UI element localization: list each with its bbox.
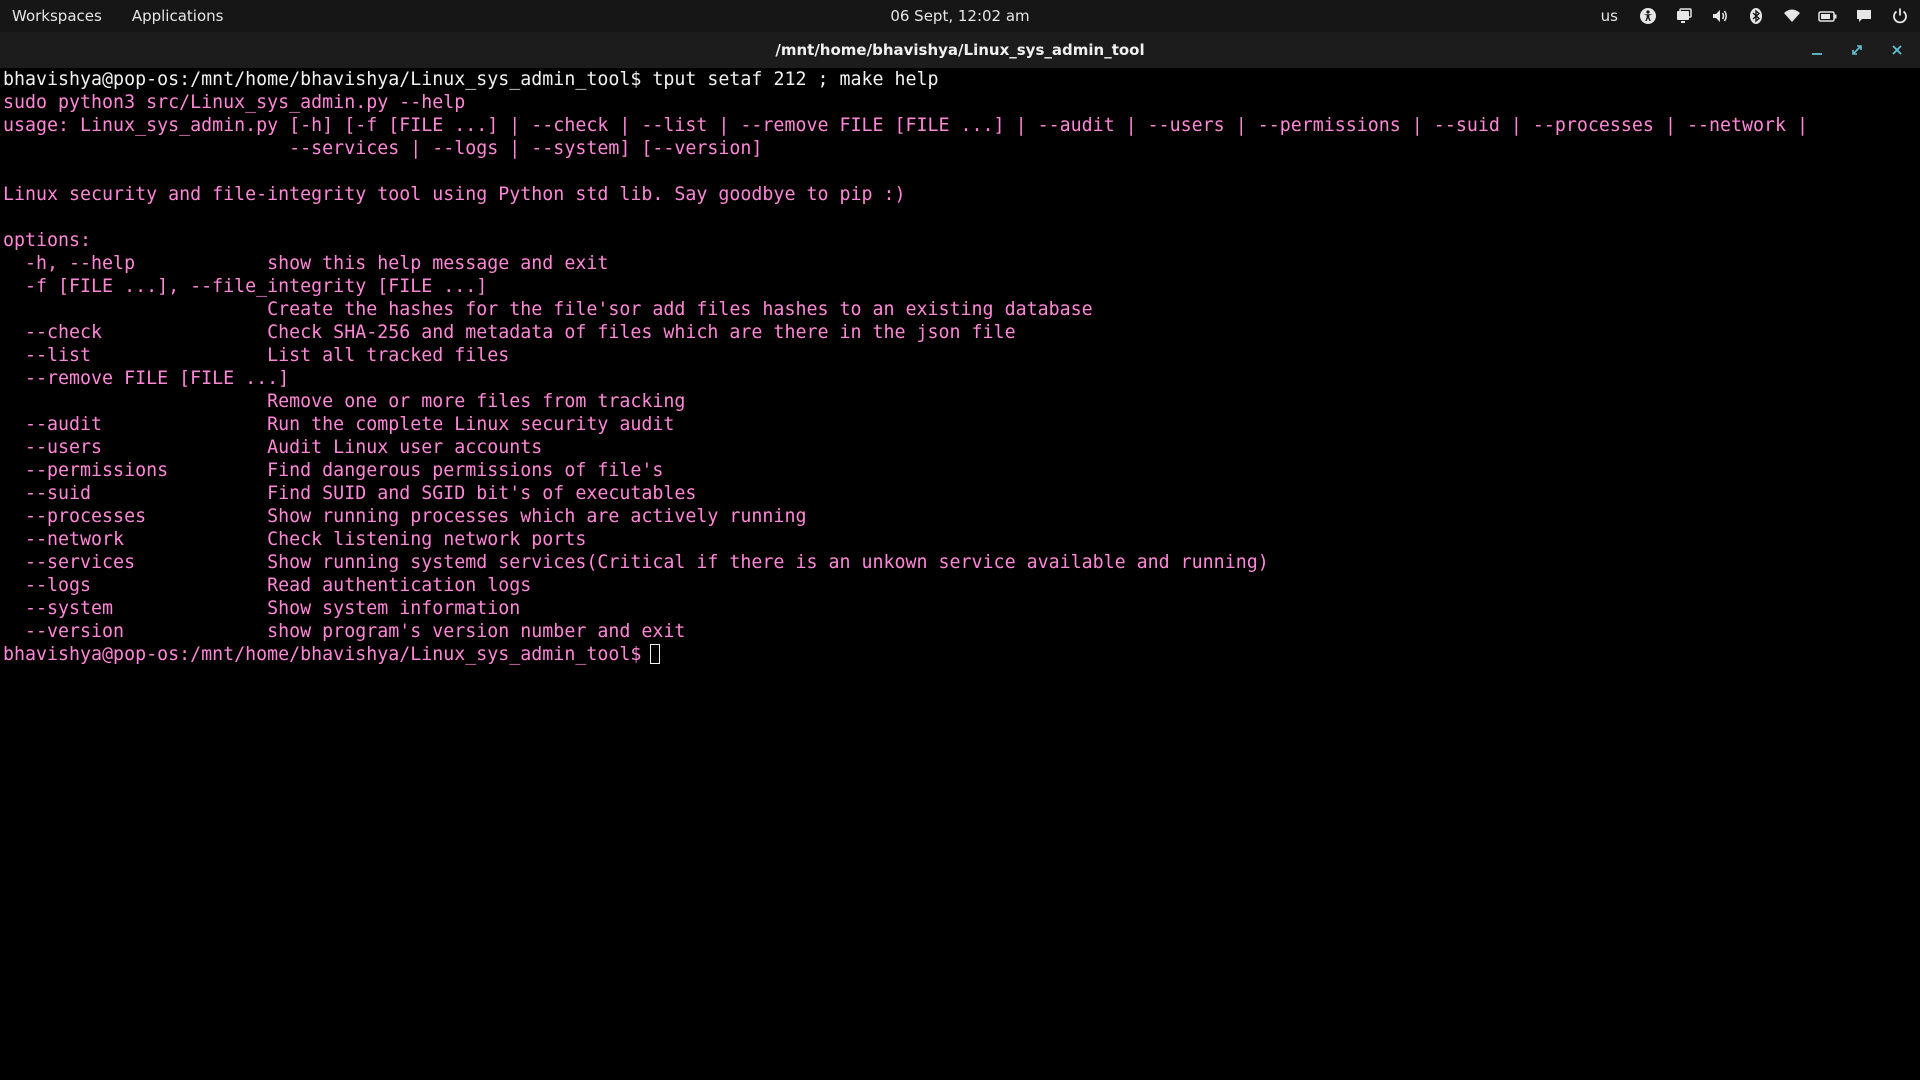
output-line: --system Show system information bbox=[3, 598, 521, 619]
output-line: --check Check SHA-256 and metadata of fi… bbox=[3, 322, 1016, 343]
top-panel: Workspaces Applications 06 Sept, 12:02 a… bbox=[0, 0, 1920, 32]
window-controls bbox=[1808, 32, 1906, 68]
clock[interactable]: 06 Sept, 12:02 am bbox=[890, 7, 1029, 25]
output-line: --network Check listening network ports bbox=[3, 529, 587, 550]
maximize-icon[interactable] bbox=[1848, 41, 1866, 59]
volume-icon[interactable] bbox=[1710, 6, 1730, 26]
output-line: -h, --help show this help message and ex… bbox=[3, 253, 609, 274]
window-titlebar[interactable]: /mnt/home/bhavishya/Linux_sys_admin_tool bbox=[0, 32, 1920, 68]
output-line: --processes Show running processes which… bbox=[3, 506, 807, 527]
battery-icon[interactable] bbox=[1818, 6, 1838, 26]
keyboard-layout-indicator[interactable]: us bbox=[1601, 7, 1618, 25]
current-prompt-line[interactable]: bhavishya@pop-os:/mnt/home/bhavishya/Lin… bbox=[3, 643, 1920, 666]
bluetooth-icon[interactable] bbox=[1746, 6, 1766, 26]
applications-button[interactable]: Applications bbox=[132, 7, 224, 25]
output-line: Create the hashes for the file'sor add f… bbox=[3, 299, 1093, 320]
output-line: --services Show running systemd services… bbox=[3, 552, 1269, 573]
wifi-icon[interactable] bbox=[1782, 6, 1802, 26]
window-title: /mnt/home/bhavishya/Linux_sys_admin_tool bbox=[775, 41, 1145, 59]
screen-share-icon[interactable] bbox=[1674, 6, 1694, 26]
text-cursor bbox=[650, 644, 661, 664]
command-text: tput setaf 212 ; make help bbox=[641, 69, 939, 90]
output-line: Linux security and file-integrity tool u… bbox=[3, 184, 906, 205]
output-line: --logs Read authentication logs bbox=[3, 575, 532, 596]
close-icon[interactable] bbox=[1888, 41, 1906, 59]
accessibility-icon[interactable] bbox=[1638, 6, 1658, 26]
terminal-output[interactable]: bhavishya@pop-os:/mnt/home/bhavishya/Lin… bbox=[0, 68, 1920, 1080]
output-line: options: bbox=[3, 230, 92, 251]
command-output: sudo python3 src/Linux_sys_admin.py --he… bbox=[3, 91, 1920, 643]
output-line: --list List all tracked files bbox=[3, 345, 510, 366]
output-line: --suid Find SUID and SGID bit's of execu… bbox=[3, 483, 697, 504]
output-line: sudo python3 src/Linux_sys_admin.py --he… bbox=[3, 92, 466, 113]
top-panel-left: Workspaces Applications bbox=[12, 0, 223, 32]
output-line: --users Audit Linux user accounts bbox=[3, 437, 543, 458]
command-line: bhavishya@pop-os:/mnt/home/bhavishya/Lin… bbox=[3, 68, 1920, 91]
notifications-icon[interactable] bbox=[1854, 6, 1874, 26]
output-line: --remove FILE [FILE ...] bbox=[3, 368, 290, 389]
output-line: usage: Linux_sys_admin.py [-h] [-f [FILE… bbox=[3, 115, 1809, 136]
output-line: --audit Run the complete Linux security … bbox=[3, 414, 675, 435]
power-icon[interactable] bbox=[1890, 6, 1910, 26]
output-line: --version show program's version number … bbox=[3, 621, 686, 642]
output-line: Remove one or more files from tracking bbox=[3, 391, 686, 412]
shell-prompt: bhavishya@pop-os:/mnt/home/bhavishya/Lin… bbox=[3, 69, 642, 90]
workspaces-button[interactable]: Workspaces bbox=[12, 7, 102, 25]
output-line: --services | --logs | --system] [--versi… bbox=[3, 138, 763, 159]
output-line: --permissions Find dangerous permissions… bbox=[3, 460, 664, 481]
system-tray: us bbox=[1601, 0, 1910, 32]
output-line: -f [FILE ...], --file_integrity [FILE ..… bbox=[3, 276, 488, 297]
shell-prompt-current: bhavishya@pop-os:/mnt/home/bhavishya/Lin… bbox=[3, 644, 642, 665]
minimize-icon[interactable] bbox=[1808, 41, 1826, 59]
